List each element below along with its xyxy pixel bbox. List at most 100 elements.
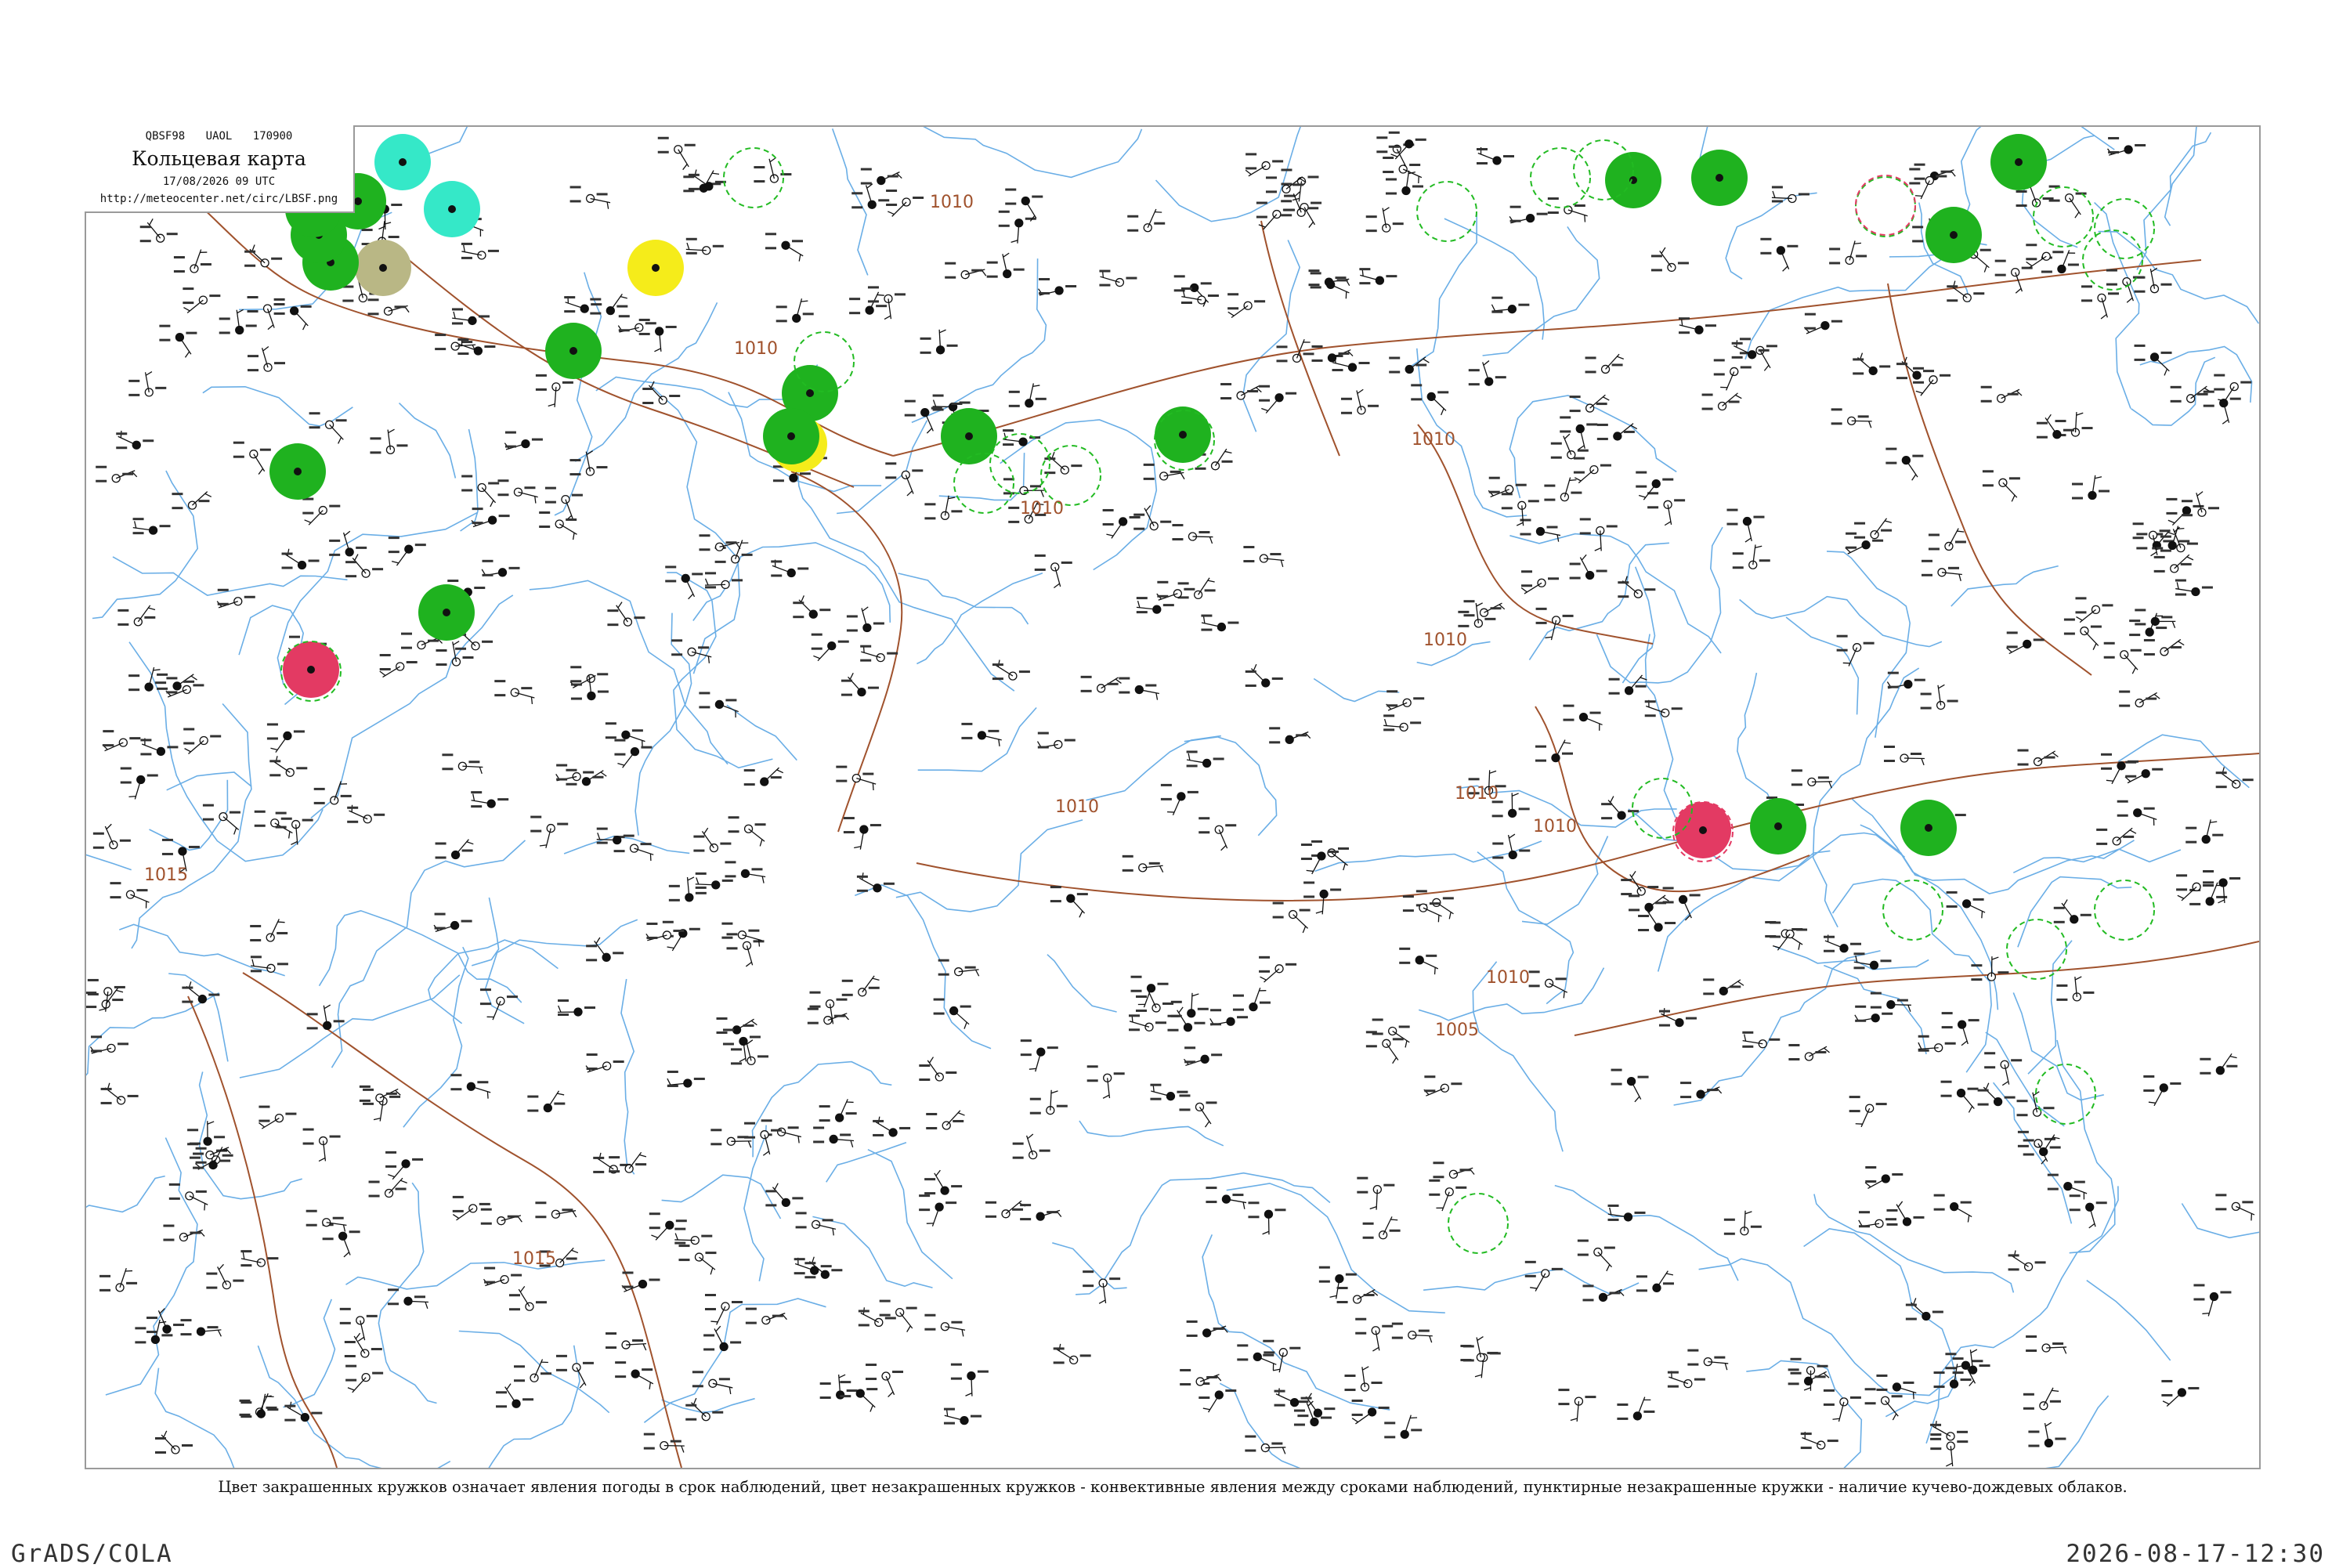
station-value-mark (717, 1031, 728, 1034)
station-value-mark (453, 1210, 464, 1212)
station-value-mark (2008, 393, 2019, 396)
station-plot (1886, 1201, 1924, 1226)
wind-barb-feather (1939, 685, 1945, 688)
station-value-mark (1477, 148, 1488, 150)
wind-barb-feather (358, 1337, 363, 1341)
station-value-mark (1621, 893, 1632, 895)
station-value-mark (1130, 516, 1141, 518)
wind-barb-feather (243, 1252, 244, 1259)
wind-barb-feather (1663, 897, 1669, 901)
weather-phenomenon-circle (763, 408, 819, 464)
station-value-mark (452, 322, 463, 324)
wind-barb-feather (1032, 385, 1039, 386)
station-value-mark (1973, 292, 1984, 294)
station-value-mark (999, 211, 1010, 213)
station-value-mark (536, 1301, 547, 1303)
station-value-mark (1714, 373, 1725, 375)
station-value-mark (1352, 1414, 1363, 1416)
station-value-mark (699, 548, 710, 551)
station-value-mark (2106, 269, 2117, 272)
station-value-mark (1535, 746, 1546, 748)
river-line (1926, 1186, 2118, 1443)
wind-barb-feather (775, 1183, 778, 1190)
station-value-mark (457, 338, 468, 341)
station-value-mark (1770, 936, 1781, 938)
station-value-mark (1636, 1289, 1647, 1292)
station-value-mark (1201, 629, 1212, 631)
station-value-mark (2041, 271, 2052, 273)
station-value-mark (851, 192, 862, 194)
station-value-mark (508, 567, 519, 569)
station-circle-icon (175, 334, 183, 341)
station-value-mark (135, 1341, 146, 1343)
station-plot (614, 739, 652, 768)
station-value-mark (673, 930, 684, 932)
station-value-mark (1277, 345, 1288, 348)
station-value-mark (566, 518, 577, 521)
station-value-mark (838, 641, 849, 643)
station-value-mark (455, 648, 466, 650)
station-value-mark (1730, 985, 1741, 988)
wind-barb-feather (675, 1234, 678, 1240)
station-value-mark (198, 500, 209, 502)
station-value-mark (1791, 769, 1802, 771)
source-url[interactable]: http://meteocenter.net/circ/LBSF.png (85, 193, 353, 205)
wind-barb-feather (479, 767, 482, 774)
station-value-mark (1491, 311, 1502, 313)
station-value-mark (1849, 1110, 1860, 1112)
wind-barb-feather (1054, 583, 1059, 587)
wind-barb-feather (1352, 1418, 1358, 1422)
station-value-mark (301, 305, 312, 308)
station-value-mark (1864, 642, 1875, 645)
station-circle-icon (474, 347, 482, 355)
station-value-mark (1580, 532, 1591, 534)
station-plot (1460, 1337, 1498, 1361)
station-value-mark (1702, 394, 1713, 396)
station-value-mark (1047, 1211, 1058, 1213)
station-value-mark (960, 1006, 971, 1008)
station-value-mark (1687, 1349, 1698, 1352)
station-value-mark (169, 1198, 180, 1200)
station-value-mark (2197, 393, 2208, 396)
isobar-label: 1010 (1486, 968, 1530, 988)
station-plot (692, 1371, 732, 1394)
station-value-mark (873, 622, 884, 624)
station-value-mark (1586, 423, 1597, 425)
wind-barb-feather (2151, 552, 2157, 556)
station-value-mark (1227, 307, 1238, 309)
station-value-mark (1930, 1447, 1941, 1450)
station-value-mark (183, 681, 194, 683)
station-value-mark (1609, 678, 1620, 681)
wind-barb-feather (252, 959, 254, 966)
station-value-mark (116, 432, 127, 435)
station-value-mark (1611, 1083, 1622, 1086)
station-value-mark (649, 1279, 660, 1281)
station-value-mark (1410, 721, 1421, 724)
station-value-mark (1038, 746, 1049, 749)
station-plot (717, 1017, 757, 1034)
station-value-mark (435, 927, 446, 930)
station-plot (1742, 1031, 1780, 1048)
station-value-mark (2125, 761, 2136, 764)
station-value-mark (606, 1332, 616, 1335)
station-value-mark (1570, 396, 1581, 398)
wind-barb-feather (813, 656, 819, 658)
station-value-mark (1995, 260, 2006, 262)
station-circle-icon (379, 264, 387, 272)
station-plot (667, 1071, 705, 1087)
station-circle-icon (2042, 252, 2050, 260)
wind-barb-feather (1725, 1364, 1726, 1371)
station-plot (1929, 529, 1966, 551)
station-plot (961, 723, 1001, 746)
station-circle-icon (866, 306, 873, 314)
station-value-mark (96, 480, 107, 482)
station-value-mark (1248, 1201, 1259, 1204)
station-value-mark (820, 1382, 831, 1385)
station-value-mark (1220, 397, 1231, 399)
station-plot (1687, 1349, 1728, 1371)
cumulonimbus-circle-icon (1856, 175, 1915, 235)
station-value-mark (1271, 1443, 1282, 1445)
station-value-mark (945, 262, 956, 265)
wind-barb-feather (1475, 1375, 1482, 1376)
station-value-mark (554, 1103, 565, 1105)
